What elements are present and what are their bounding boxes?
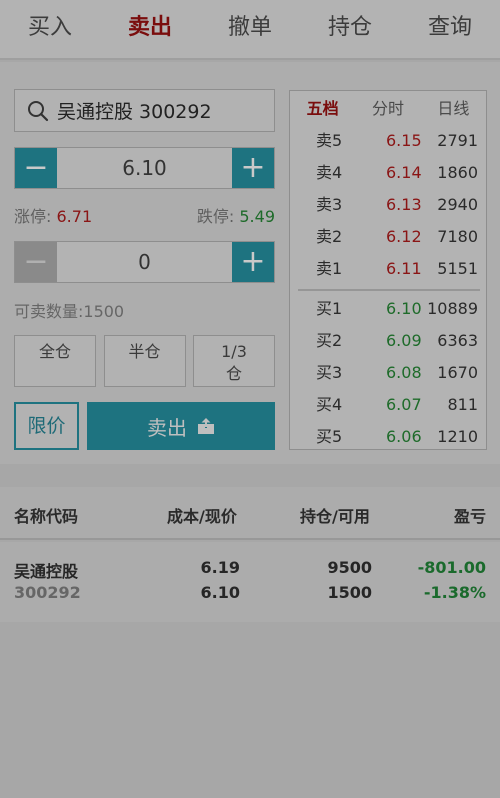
share-icon	[198, 418, 214, 434]
col-cost-price: 成本/现价	[167, 507, 237, 526]
order-book: 五档 分时 日线 卖5 6.15 2791 卖4 6.14 1860 卖3 6.…	[289, 90, 487, 450]
bid-row[interactable]: 买3 6.08 1670	[290, 357, 488, 389]
quote-tabs: 五档 分时 日线	[290, 91, 486, 123]
ratio-buttons: 全仓 半仓 1/3 仓	[14, 335, 275, 387]
ask-row[interactable]: 卖5 6.15 2791	[290, 125, 488, 157]
bid-row[interactable]: 买4 6.07 811	[290, 389, 488, 421]
bid-row[interactable]: 买5 6.06 1210	[290, 421, 488, 453]
holding-profit-loss: -801.00	[417, 558, 486, 577]
tab-position[interactable]: 持仓	[300, 0, 400, 59]
holding-name: 吴通控股	[14, 562, 79, 581]
price-limits: 涨停: 6.71 跌停: 5.49	[14, 203, 275, 226]
book-divider	[298, 289, 480, 291]
price-input[interactable]: 6.10	[57, 148, 232, 188]
tab-cancel[interactable]: 撤单	[200, 0, 300, 59]
price-decrease-button[interactable]: −	[15, 148, 57, 188]
holding-current-price: 6.10	[200, 583, 240, 602]
tab-sell[interactable]: 卖出	[100, 0, 200, 59]
quantity-input[interactable]: 0	[57, 242, 232, 282]
col-position-available: 持仓/可用	[300, 507, 370, 526]
holding-code: 300292	[14, 583, 81, 602]
holding-position: 9500	[327, 558, 372, 577]
holding-available: 1500	[327, 583, 372, 602]
limit-up: 涨停: 6.71	[14, 207, 93, 226]
holding-profit-loss-pct: -1.38%	[423, 583, 486, 602]
ask-row[interactable]: 卖4 6.14 1860	[290, 157, 488, 189]
stock-search-input[interactable]: 吴通控股 300292	[14, 89, 275, 132]
quantity-decrease-button[interactable]: −	[15, 242, 57, 282]
tab-buy[interactable]: 买入	[0, 0, 100, 59]
order-panel: 吴通控股 300292 − 6.10 + 涨停: 6.71 跌停: 5.49 −…	[0, 62, 500, 464]
third-position-button[interactable]: 1/3 仓	[193, 335, 275, 387]
sellable-quantity: 可卖数量:1500	[14, 302, 125, 321]
limit-down: 跌停: 5.49	[196, 207, 275, 226]
tab-query[interactable]: 查询	[400, 0, 500, 59]
limit-price-button[interactable]: 限价	[14, 402, 79, 450]
price-stepper: − 6.10 +	[14, 147, 275, 189]
half-position-button[interactable]: 半仓	[103, 335, 186, 387]
trade-tabs: 买入 卖出 撤单 持仓 查询	[0, 0, 500, 60]
bid-row[interactable]: 买1 6.10 10889	[290, 293, 488, 325]
ask-row[interactable]: 卖1 6.11 5151	[290, 253, 488, 285]
tab-intraday[interactable]: 分时	[355, 95, 420, 119]
tab-five-levels[interactable]: 五档	[290, 95, 355, 119]
search-icon	[28, 100, 49, 121]
quantity-stepper: − 0 +	[14, 241, 275, 283]
sell-button[interactable]: 卖出	[87, 402, 275, 450]
bid-row[interactable]: 买2 6.09 6363	[290, 325, 488, 357]
col-profit-loss: 盈亏	[453, 507, 486, 526]
holdings-header: 名称代码 成本/现价 持仓/可用 盈亏	[0, 487, 500, 540]
ask-row[interactable]: 卖3 6.13 2940	[290, 189, 488, 221]
table-row[interactable]: 吴通控股 300292 6.19 6.10 9500 1500 -801.00 …	[0, 542, 500, 622]
stock-search-value: 吴通控股 300292	[57, 101, 212, 123]
full-position-button[interactable]: 全仓	[14, 335, 96, 387]
holding-cost: 6.19	[200, 558, 240, 577]
ask-row[interactable]: 卖2 6.12 7180	[290, 221, 488, 253]
quantity-increase-button[interactable]: +	[232, 242, 274, 282]
price-increase-button[interactable]: +	[232, 148, 274, 188]
col-name-code: 名称代码	[14, 507, 79, 526]
tab-daily[interactable]: 日线	[421, 95, 486, 119]
